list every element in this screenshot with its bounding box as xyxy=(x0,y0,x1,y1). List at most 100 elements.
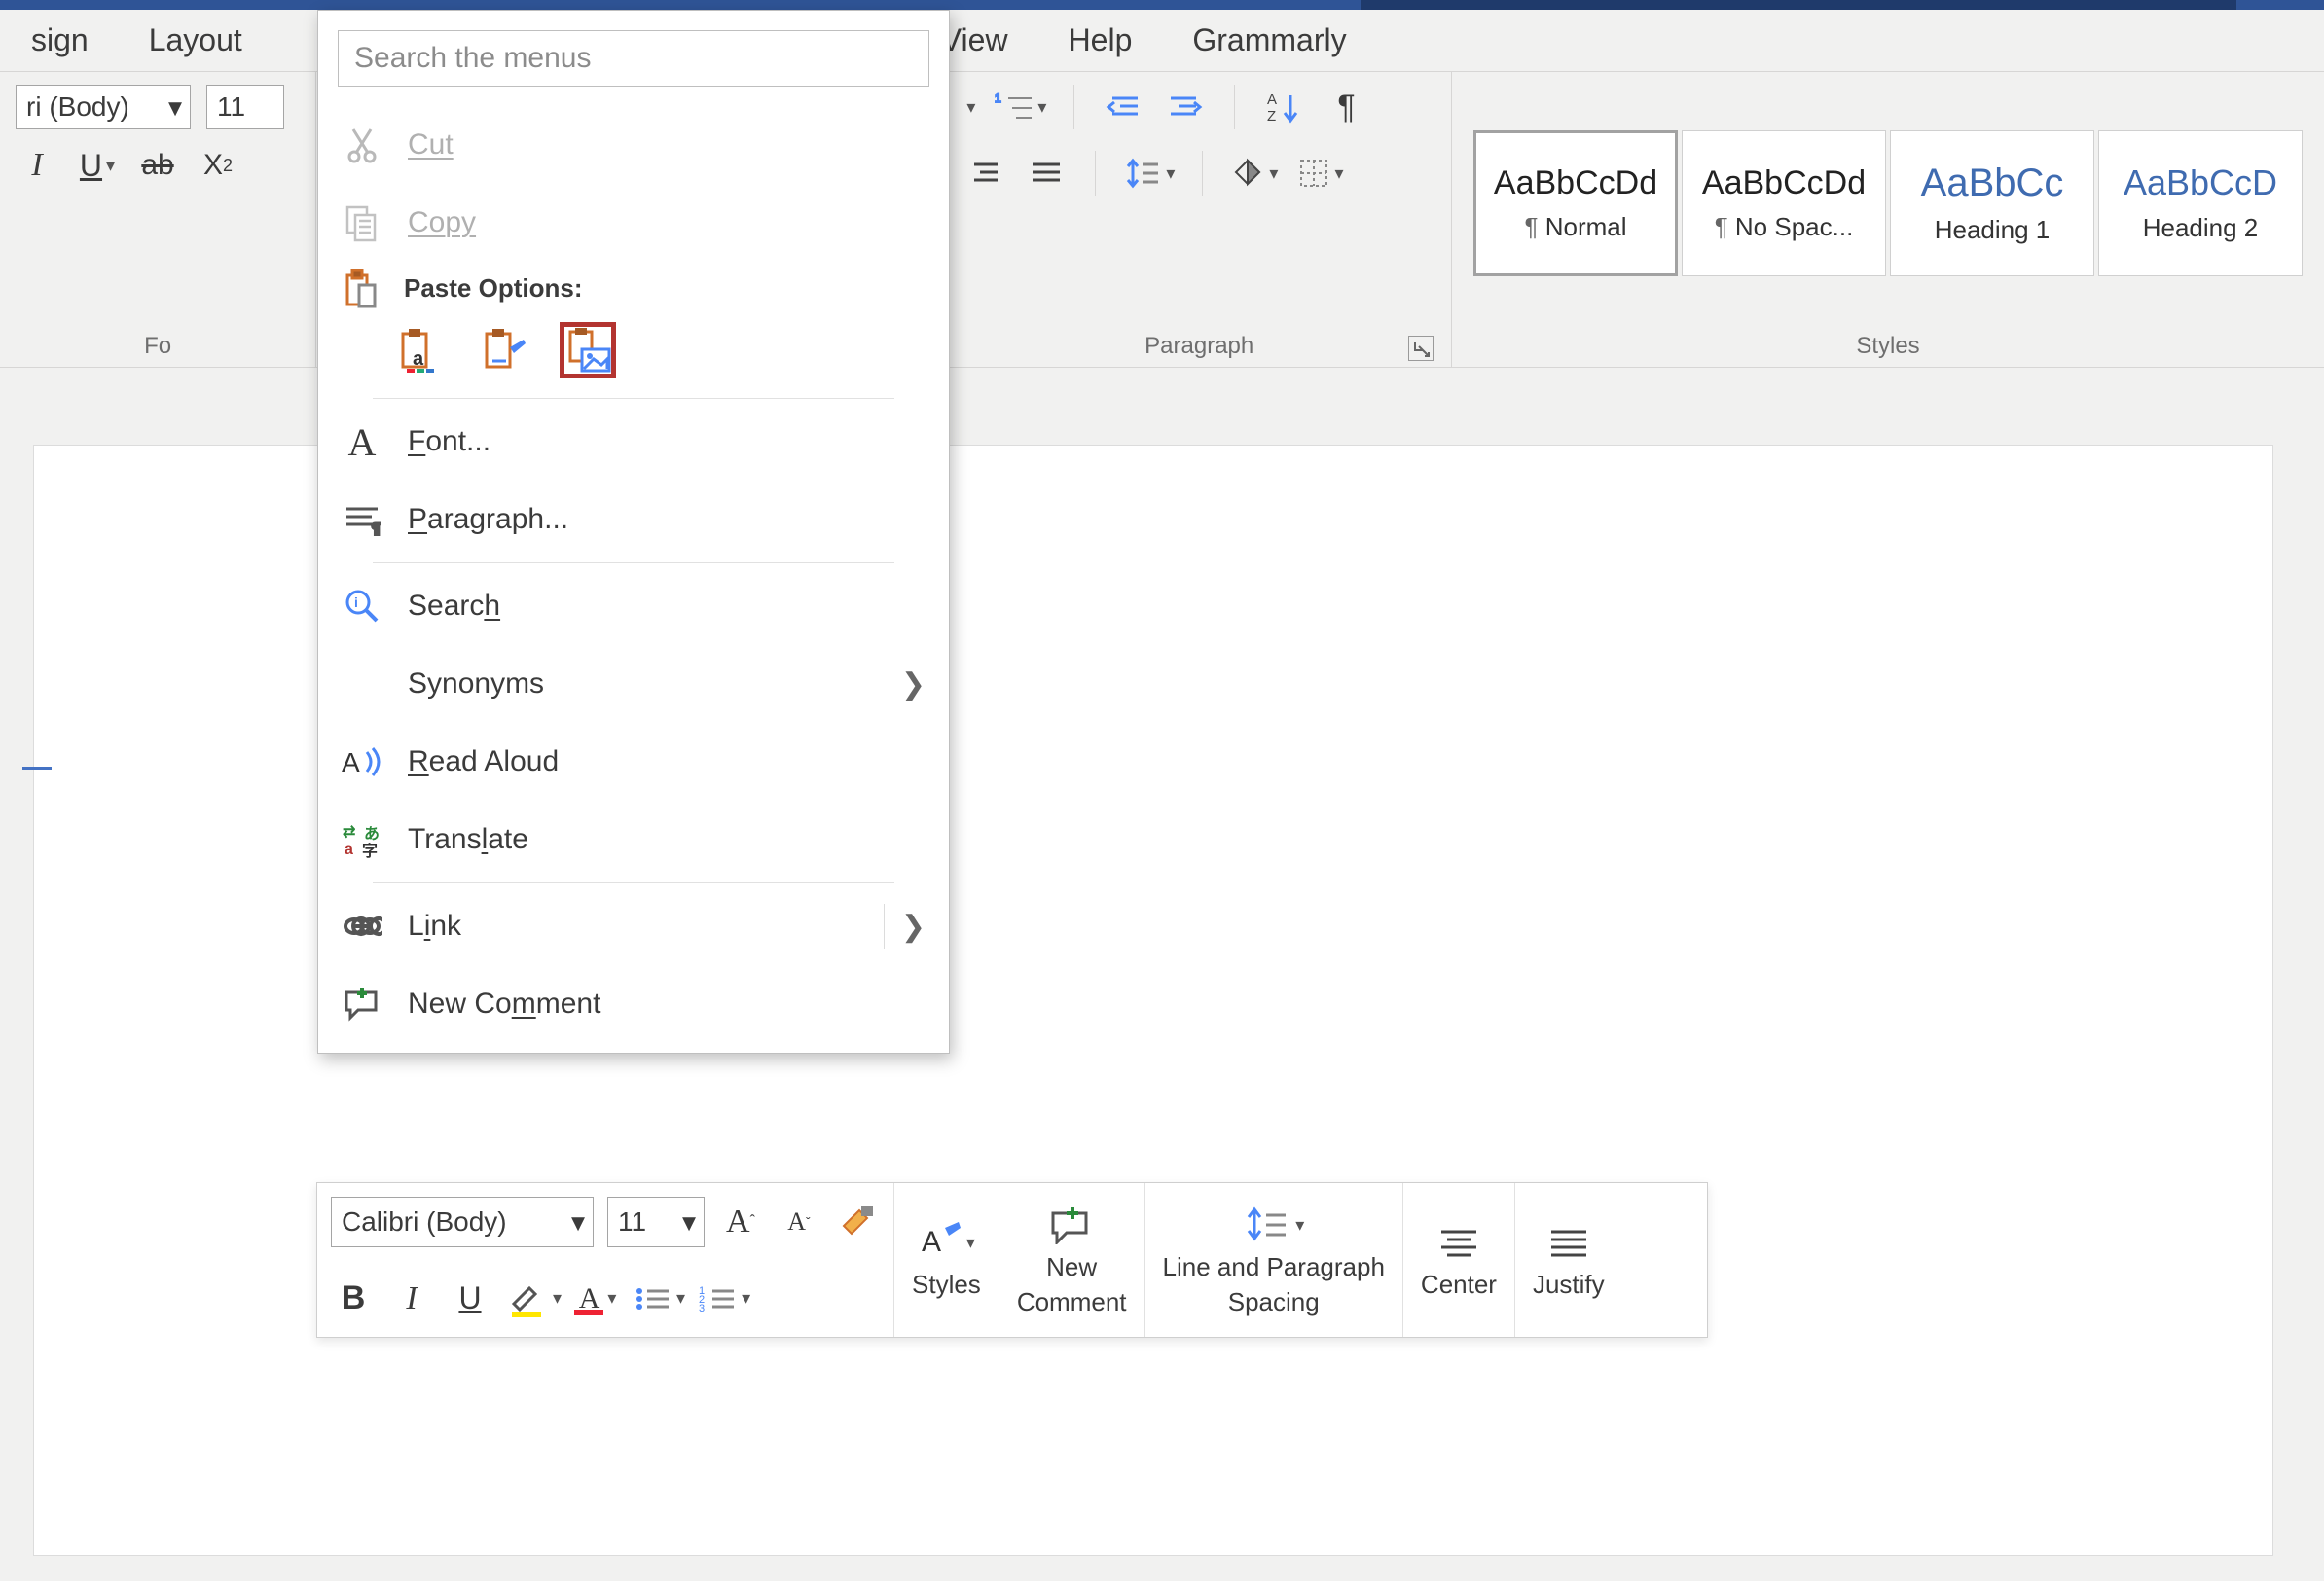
menu-synonyms[interactable]: Synonyms ❯ xyxy=(318,645,949,723)
menu-cut: Cut xyxy=(318,106,949,184)
style-sample: AaBbCc xyxy=(1921,162,2064,205)
mini-highlight-button[interactable]: ▾ xyxy=(506,1273,562,1325)
split-divider xyxy=(884,904,885,949)
mini-numbering-button[interactable]: 1 2 3▾ xyxy=(699,1273,750,1325)
mini-new-comment-line2: Comment xyxy=(1017,1287,1127,1316)
style-heading-1[interactable]: AaBbCc Heading 1 xyxy=(1890,130,2094,276)
menu-paragraph[interactable]: ¶ Paragraph... xyxy=(318,481,949,558)
mini-line-spacing-button[interactable]: ▾ Line and Paragraph Spacing xyxy=(1145,1183,1403,1337)
tab-grammarly[interactable]: Grammarly xyxy=(1165,17,1373,64)
mini-font-size-combo[interactable]: 11 ▾ xyxy=(607,1197,705,1247)
paste-picture-button[interactable] xyxy=(560,322,616,378)
mini-new-comment-button[interactable]: New Comment xyxy=(999,1183,1145,1337)
blank-icon xyxy=(342,664,382,704)
mini-font-section: Calibri (Body) ▾ 11 ▾ Aˆ Aˇ B I U xyxy=(317,1183,894,1337)
svg-text:a: a xyxy=(413,348,424,370)
mini-center-button[interactable]: Center xyxy=(1403,1183,1515,1337)
style-heading-2[interactable]: AaBbCcD Heading 2 xyxy=(2098,130,2303,276)
font-name-combo[interactable]: ri (Body) ▾ xyxy=(16,85,191,129)
underline-button[interactable]: U▾ xyxy=(76,142,119,189)
mini-new-comment-line1: New xyxy=(1046,1252,1097,1281)
multilevel-list-button[interactable]: 1 ▾ xyxy=(995,84,1046,130)
caret-down-icon: ▾ xyxy=(571,1205,585,1238)
style-sample: AaBbCcDd xyxy=(1494,164,1657,202)
italic-button[interactable]: I xyxy=(16,142,58,189)
menu-new-comment[interactable]: New Comment xyxy=(318,965,949,1043)
tab-layout[interactable]: Layout xyxy=(122,17,270,64)
align-justify-icon xyxy=(1547,1221,1590,1264)
svg-text:字: 字 xyxy=(362,842,378,858)
mini-justify-button[interactable]: Justify xyxy=(1515,1183,1622,1337)
paragraph-group-label: Paragraph xyxy=(1144,333,1253,359)
sort-button[interactable]: A Z xyxy=(1262,84,1305,130)
shading-button[interactable]: ▾ xyxy=(1230,150,1278,197)
tab-help[interactable]: Help xyxy=(1041,17,1160,64)
menu-cut-label: Cut xyxy=(408,128,454,162)
svg-text:あ: あ xyxy=(364,825,380,843)
style-name: Normal xyxy=(1525,212,1627,242)
svg-text:⇄: ⇄ xyxy=(343,824,355,841)
subscript-button[interactable]: X2 xyxy=(197,142,239,189)
line-spacing-icon: ▾ xyxy=(1243,1204,1304,1246)
show-marks-button[interactable]: ¶ xyxy=(1325,84,1367,130)
mini-font-size-value: 11 xyxy=(618,1206,646,1238)
comment-icon xyxy=(1049,1204,1094,1246)
style-name: Heading 1 xyxy=(1935,215,2051,245)
menu-copy: Copy xyxy=(318,184,949,262)
style-no-spacing[interactable]: AaBbCcDd No Spac... xyxy=(1682,130,1886,276)
svg-text:3: 3 xyxy=(699,1303,705,1313)
strikethrough-button[interactable]: ab xyxy=(136,142,179,189)
copy-icon xyxy=(342,202,382,243)
styles-group-label: Styles xyxy=(1856,333,1919,359)
svg-text:A: A xyxy=(342,747,360,777)
mini-styles-label: Styles xyxy=(912,1270,981,1299)
menu-synonyms-label: Synonyms xyxy=(408,667,544,701)
increase-indent-button[interactable] xyxy=(1164,84,1207,130)
caret-down-icon: ▾ xyxy=(966,97,975,118)
menu-search-input[interactable]: Search the menus xyxy=(338,30,929,87)
comment-icon xyxy=(342,984,382,1024)
font-size-value: 11 xyxy=(217,91,245,123)
menu-search[interactable]: i Search xyxy=(318,567,949,645)
mini-toolbar: Calibri (Body) ▾ 11 ▾ Aˆ Aˇ B I U xyxy=(316,1182,1708,1338)
style-normal[interactable]: AaBbCcDd Normal xyxy=(1473,130,1678,276)
menu-paste-options-header: Paste Options: xyxy=(318,262,949,314)
svg-text:1: 1 xyxy=(995,91,1001,105)
mini-italic-button[interactable]: I xyxy=(389,1273,434,1325)
font-group-label: Fo xyxy=(144,333,171,359)
paste-keep-source-button[interactable]: a xyxy=(392,322,449,378)
mini-styles-button[interactable]: A ▾ Styles xyxy=(894,1183,999,1337)
line-spacing-button[interactable]: ▾ xyxy=(1123,150,1175,197)
grow-font-button[interactable]: Aˆ xyxy=(718,1196,763,1248)
font-size-combo[interactable]: 11 xyxy=(206,85,284,129)
menu-translate[interactable]: ⇄ a あ 字 Translate xyxy=(318,801,949,879)
paragraph-dialog-launcher[interactable] xyxy=(1408,336,1434,361)
mini-underline-button[interactable]: U xyxy=(448,1273,492,1325)
svg-text:Z: Z xyxy=(1267,108,1276,125)
menu-read-aloud[interactable]: A Read Aloud xyxy=(318,723,949,801)
mini-bold-button[interactable]: B xyxy=(331,1273,376,1325)
tab-design[interactable]: sign xyxy=(4,17,116,64)
align-right-button[interactable] xyxy=(962,150,1005,197)
format-painter-button[interactable] xyxy=(835,1196,880,1248)
mini-font-name-combo[interactable]: Calibri (Body) ▾ xyxy=(331,1197,594,1247)
styles-icon: A ▾ xyxy=(918,1221,975,1264)
svg-text:i: i xyxy=(354,594,358,610)
decrease-indent-button[interactable] xyxy=(1102,84,1144,130)
link-icon xyxy=(342,906,382,947)
menu-font[interactable]: A FFont...ont... xyxy=(318,403,949,481)
title-bar xyxy=(0,0,2324,10)
menu-link[interactable]: Link ❯ xyxy=(318,887,949,965)
borders-button[interactable]: ▾ xyxy=(1297,150,1343,197)
chevron-right-icon: ❯ xyxy=(901,667,926,701)
mini-bullets-button[interactable]: ▾ xyxy=(634,1273,685,1325)
shrink-font-button[interactable]: Aˇ xyxy=(777,1196,821,1248)
mini-font-color-button[interactable]: A ▾ xyxy=(575,1273,620,1325)
paste-options-row: a xyxy=(318,314,949,394)
paste-merge-formatting-button[interactable] xyxy=(476,322,532,378)
chevron-right-icon: ❯ xyxy=(901,910,926,944)
menu-font-label: FFont...ont... xyxy=(408,425,490,458)
justify-button[interactable] xyxy=(1025,150,1068,197)
search-icon: i xyxy=(342,586,382,627)
mini-center-label: Center xyxy=(1421,1270,1497,1299)
